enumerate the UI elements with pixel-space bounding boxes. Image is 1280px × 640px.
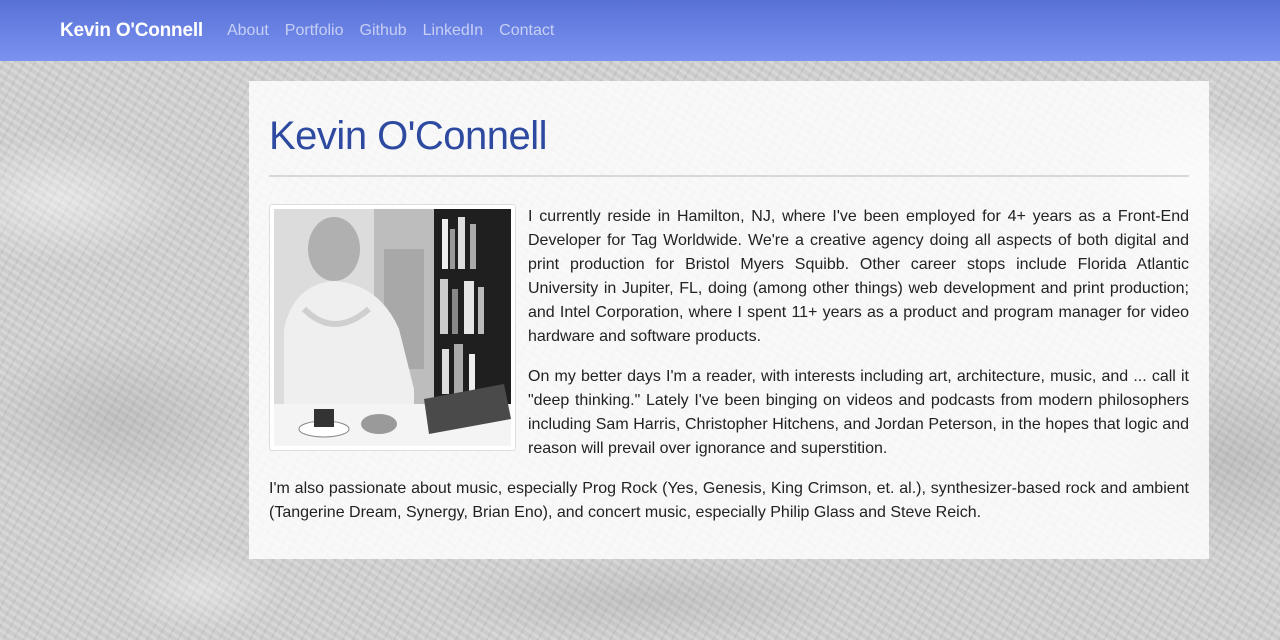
- profile-photo-frame: [269, 204, 516, 451]
- nav-link-contact[interactable]: Contact: [499, 22, 554, 40]
- nav-link-about[interactable]: About: [227, 22, 269, 40]
- title-divider: [269, 175, 1189, 177]
- profile-photo: [274, 209, 511, 446]
- nav-links: About Portfolio Github LinkedIn Contact: [227, 22, 554, 40]
- nav-link-github[interactable]: Github: [360, 22, 407, 40]
- nav-link-portfolio[interactable]: Portfolio: [285, 22, 344, 40]
- bio-paragraph-music: I'm also passionate about music, especia…: [269, 480, 1189, 521]
- about-content: I currently reside in Hamilton, NJ, wher…: [269, 204, 1189, 525]
- page-title: Kevin O'Connell: [269, 114, 548, 158]
- nav-link-linkedin[interactable]: LinkedIn: [423, 22, 484, 40]
- top-navbar: Kevin O'Connell About Portfolio Github L…: [0, 0, 1280, 61]
- brand-link[interactable]: Kevin O'Connell: [60, 20, 203, 42]
- about-card: Kevin O'Connell I currently reside in Ha…: [249, 81, 1209, 559]
- profile-photo-illustration: [274, 209, 511, 446]
